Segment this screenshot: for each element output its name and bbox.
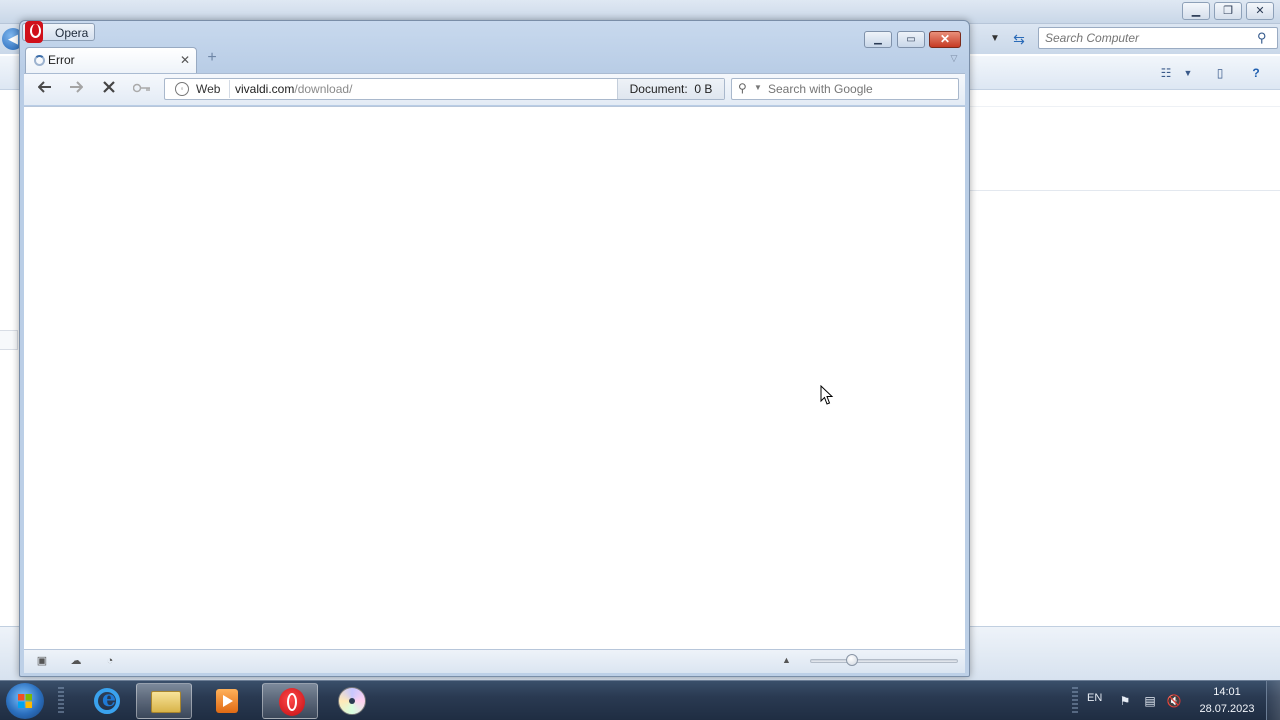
- explorer-search-icon[interactable]: ⚲: [1257, 30, 1273, 46]
- explorer-search-box[interactable]: ⚲: [1038, 27, 1278, 49]
- start-button[interactable]: [6, 683, 44, 719]
- explorer-history-dropdown-icon[interactable]: ▼: [986, 30, 1004, 48]
- explorer-close-button[interactable]: ✕: [1246, 2, 1274, 20]
- explorer-restore-button[interactable]: ❐: [1214, 2, 1242, 20]
- taskbar: EN ⚑ ▤ 🔇 14:01 28.07.2023: [0, 680, 1280, 720]
- explorer-minimize-button[interactable]: ▁: [1182, 2, 1210, 20]
- clock-time[interactable]: 14:01: [1200, 686, 1254, 698]
- clock-date[interactable]: 28.07.2023: [1197, 703, 1257, 715]
- taskbar-internet-explorer[interactable]: [78, 683, 134, 719]
- action-center-flag-icon[interactable]: ⚑: [1117, 693, 1133, 709]
- tab-error[interactable]: Error ✕: [25, 47, 197, 73]
- address-url[interactable]: vivaldi.com/download/: [235, 82, 352, 96]
- explorer-search-input[interactable]: [1039, 28, 1249, 48]
- opera-menu-label: Opera: [55, 26, 89, 40]
- taskbar-disc-burner[interactable]: [322, 683, 378, 719]
- address-separator: [229, 80, 230, 98]
- language-indicator[interactable]: EN: [1087, 692, 1102, 704]
- back-arrow-icon[interactable]: [34, 79, 56, 99]
- address-bar[interactable]: ◦ Web vivaldi.com/download/ Document: 0 …: [164, 78, 725, 100]
- search-box[interactable]: ⚲ ▼: [731, 78, 959, 100]
- volume-muted-icon[interactable]: 🔇: [1166, 693, 1182, 709]
- magnifier-icon[interactable]: ⚲: [738, 81, 747, 95]
- url-path: /download/: [294, 82, 353, 96]
- zoom-slider[interactable]: [810, 659, 958, 663]
- search-engine-dropdown-icon[interactable]: ▼: [754, 83, 762, 92]
- taskbar-windows-explorer[interactable]: [136, 683, 192, 719]
- search-input[interactable]: [768, 80, 954, 98]
- taskbar-media-player[interactable]: [198, 683, 254, 719]
- opera-minimize-button[interactable]: ▁: [864, 31, 892, 48]
- disc-icon: [338, 687, 366, 715]
- turbo-gauge-icon[interactable]: ◔: [102, 653, 118, 669]
- loading-spinner-icon: [34, 55, 45, 66]
- folder-icon: [151, 691, 181, 713]
- show-desktop-button[interactable]: [1266, 681, 1280, 720]
- stop-icon[interactable]: [98, 79, 120, 99]
- media-player-icon: [216, 689, 238, 713]
- address-scheme-label: Web: [196, 82, 221, 96]
- opera-icon: [279, 688, 305, 716]
- key-icon[interactable]: [131, 79, 153, 99]
- explorer-view-options-icon[interactable]: ☷: [1156, 64, 1176, 82]
- mouse-cursor-icon: [820, 385, 834, 405]
- windows-logo-icon: [18, 694, 32, 708]
- zoom-menu-arrow-icon[interactable]: ▲: [782, 655, 791, 665]
- document-size-indicator: Document: 0 B: [617, 79, 724, 99]
- explorer-preview-pane-icon[interactable]: ▯: [1210, 64, 1230, 82]
- taskbar-opera[interactable]: [262, 683, 318, 719]
- forward-arrow-icon[interactable]: [65, 79, 87, 99]
- tab-title: Error: [48, 53, 75, 67]
- explorer-help-icon[interactable]: ?: [1246, 64, 1266, 82]
- explorer-divider: [970, 106, 1280, 107]
- taskbar-grip: [58, 687, 64, 715]
- internet-explorer-icon: [94, 686, 120, 714]
- explorer-divider: [970, 190, 1280, 191]
- page-content[interactable]: [24, 106, 965, 649]
- opera-logo-icon: [25, 21, 43, 43]
- tray-grip: [1072, 687, 1078, 715]
- opera-menu-button[interactable]: Opera: [22, 21, 95, 43]
- web-globe-icon: ◦: [175, 82, 189, 96]
- explorer-refresh-icon[interactable]: ⇆: [1008, 29, 1030, 49]
- opera-unite-cloud-icon[interactable]: ☁: [68, 653, 84, 669]
- document-label: Document:: [629, 82, 688, 96]
- explorer-splitter-handle[interactable]: [0, 330, 18, 350]
- url-host: vivaldi.com: [235, 82, 295, 96]
- opera-close-button[interactable]: ✕: [929, 31, 961, 48]
- network-icon[interactable]: ▤: [1142, 693, 1158, 709]
- explorer-view-dropdown-icon[interactable]: ▼: [1178, 64, 1198, 82]
- tab-close-icon[interactable]: ✕: [180, 53, 190, 67]
- zoom-slider-thumb[interactable]: [846, 654, 858, 666]
- opera-maximize-button[interactable]: ▭: [897, 31, 925, 48]
- tab-menu-chevron-icon[interactable]: ▽: [948, 53, 960, 63]
- new-tab-plus-icon[interactable]: +: [204, 50, 220, 67]
- document-size: 0 B: [694, 82, 713, 96]
- panel-toggle-icon[interactable]: ▣: [34, 653, 50, 669]
- opera-window: Opera ▁ ▭ ✕ Error ✕ + ▽ ◦ Web vivaldi.co…: [19, 20, 970, 677]
